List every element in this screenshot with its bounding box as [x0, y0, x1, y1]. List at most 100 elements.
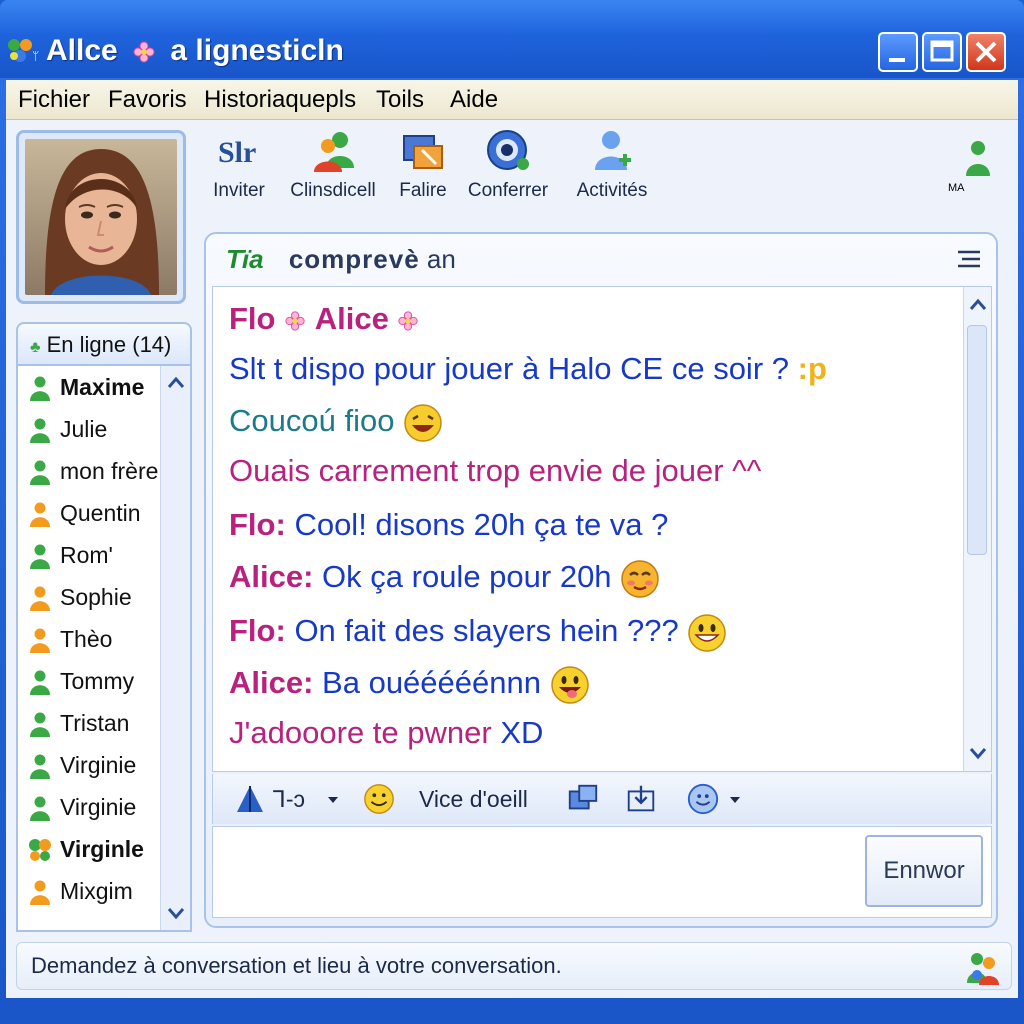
- menu-help[interactable]: Aide: [450, 86, 498, 114]
- conversation-title-rest: an: [426, 244, 456, 274]
- webcam-icon: [487, 130, 529, 170]
- scroll-up-icon[interactable]: [164, 370, 188, 396]
- away-status-icon: [30, 627, 50, 653]
- message-text-end: XD: [500, 715, 544, 750]
- svg-text:Slr: Slr: [218, 136, 256, 169]
- conversation-header: Tïa comprevè an: [226, 244, 456, 284]
- contacts-label: Clinsdicell: [290, 180, 376, 201]
- window-title: Allce a lignesticln: [46, 34, 344, 68]
- font-label[interactable]: Ꞁ-ↄ: [273, 786, 305, 813]
- options-menu-icon[interactable]: [956, 248, 982, 270]
- corner-label: MA: [948, 182, 965, 194]
- messenger-logo-icon[interactable]: [965, 949, 1001, 985]
- contacts-header[interactable]: ♣ En ligne (14): [16, 322, 192, 366]
- message-text: J'adooore te pwner: [229, 715, 492, 750]
- online-status-icon: [30, 669, 50, 695]
- invite-button[interactable]: Slr Inviter: [202, 128, 276, 212]
- message-text: Cool! disons 20h ça te va ?: [294, 507, 669, 542]
- sender-name: Alice:: [229, 559, 314, 595]
- contact-name: Sophie: [60, 584, 132, 610]
- nudge-icon[interactable]: [685, 782, 721, 816]
- chevron-down-icon[interactable]: [727, 782, 743, 816]
- online-icon: ♣: [30, 339, 41, 356]
- invite-label: Inviter: [213, 180, 265, 201]
- scroll-up-icon[interactable]: [966, 291, 990, 319]
- away-status-icon: [30, 585, 50, 611]
- menu-history[interactable]: Historiaquepls: [204, 86, 356, 114]
- user-photo: [25, 139, 177, 295]
- files-label: Falire: [399, 180, 447, 201]
- display-picture-icon[interactable]: [956, 138, 996, 178]
- minimize-icon: [889, 58, 905, 62]
- activities-icon: [595, 131, 631, 170]
- chevron-down-icon[interactable]: [325, 782, 341, 816]
- grinning-emoji-icon: [688, 614, 727, 652]
- files-button[interactable]: Falire: [390, 128, 456, 212]
- flower-icon: [398, 311, 419, 331]
- contact-name: Julie: [60, 416, 108, 442]
- message-line: Flo: Cool! disons 20h ça te va ?: [229, 507, 668, 543]
- close-icon: [975, 41, 997, 63]
- screen-share-icon[interactable]: [565, 782, 601, 816]
- contact-name: mon frère: [60, 458, 159, 484]
- message-line: Alice: Ok ça roule pour 20h: [229, 559, 660, 599]
- title-bar[interactable]: ᛘ Allce a lignesticln: [0, 0, 1024, 78]
- tongue-emoji-icon: [550, 666, 589, 704]
- conversation-title: comprevè: [288, 244, 420, 274]
- message-text: On fait des slayers hein ???: [294, 613, 679, 649]
- menu-favorites[interactable]: Favoris: [108, 86, 187, 114]
- status-bar: Demandez à conversation et lieu à votre …: [16, 942, 1012, 990]
- window-client: Fichier Favoris Historiaquepls Toils Aid…: [6, 80, 1018, 998]
- send-file-icon[interactable]: [623, 782, 659, 816]
- message-line: Coucoú fioo: [229, 403, 443, 443]
- message-scrollbar[interactable]: [963, 287, 991, 771]
- wink-label[interactable]: Vice d'oeill: [419, 786, 528, 813]
- contacts-button[interactable]: Clinsdicell: [288, 128, 378, 212]
- message-line: Flo Alice: [229, 301, 419, 337]
- svg-text:ᛘ: ᛘ: [32, 49, 39, 63]
- minimize-button[interactable]: [878, 32, 918, 72]
- online-status-icon: [30, 711, 50, 737]
- message-suffix: :p: [797, 351, 827, 386]
- message-history: Flo Alice Slt t dispo pour jouer à Halo …: [212, 286, 992, 772]
- contact-name: Thèo: [60, 626, 113, 652]
- menu-file[interactable]: Fichier: [18, 86, 90, 114]
- maximize-button[interactable]: [922, 32, 962, 72]
- sender-name: Flo:: [229, 507, 286, 542]
- activities-button[interactable]: Activités: [570, 128, 654, 212]
- contacts-icon: [314, 132, 354, 172]
- activities-label: Activités: [576, 180, 648, 201]
- send-button[interactable]: Ennwor: [865, 835, 983, 907]
- scrollbar-thumb[interactable]: [967, 325, 987, 555]
- contacts-count: En ligne (14): [46, 332, 172, 357]
- formatting-toolbar: Ꞁ-ↄ Vice d'oeill: [212, 774, 992, 824]
- avatar[interactable]: [16, 130, 186, 304]
- title-name: Allce: [46, 34, 118, 67]
- webcam-button[interactable]: Conferrer: [466, 128, 550, 212]
- menu-tools[interactable]: Toils: [376, 86, 424, 114]
- away-status-icon: [30, 879, 50, 905]
- butterfly-icon: [29, 839, 51, 861]
- recipient-name: Alice: [314, 301, 389, 336]
- message-suffix: ^^: [732, 453, 762, 488]
- message-line: Slt t dispo pour jouer à Halo CE ce soir…: [229, 351, 827, 387]
- scroll-down-icon[interactable]: [164, 900, 188, 926]
- online-status-icon: [30, 543, 50, 569]
- smiley-icon[interactable]: [361, 782, 397, 816]
- sender-name: Flo:: [229, 613, 286, 649]
- close-button[interactable]: [966, 32, 1006, 72]
- title-status: a lignesticln: [170, 34, 344, 67]
- files-icon: [403, 135, 443, 169]
- scroll-down-icon[interactable]: [966, 739, 990, 767]
- online-status-icon: [30, 795, 50, 821]
- online-status-icon: [30, 459, 50, 485]
- message-line: J'adooore te pwner XD: [229, 715, 543, 751]
- contact-list: Maxime Julie mon frère Quentin Rom' Sophie Thè…: [16, 366, 192, 932]
- flower-icon: [133, 41, 155, 63]
- message-input[interactable]: Ennwor: [212, 826, 992, 918]
- contact-scrollbar[interactable]: [160, 366, 190, 930]
- message-line: Alice: Ba ouééééénnn: [229, 665, 590, 705]
- message-text: Ok ça roule pour 20h: [322, 559, 612, 595]
- font-icon[interactable]: [233, 782, 267, 816]
- online-status-icon: [30, 753, 50, 779]
